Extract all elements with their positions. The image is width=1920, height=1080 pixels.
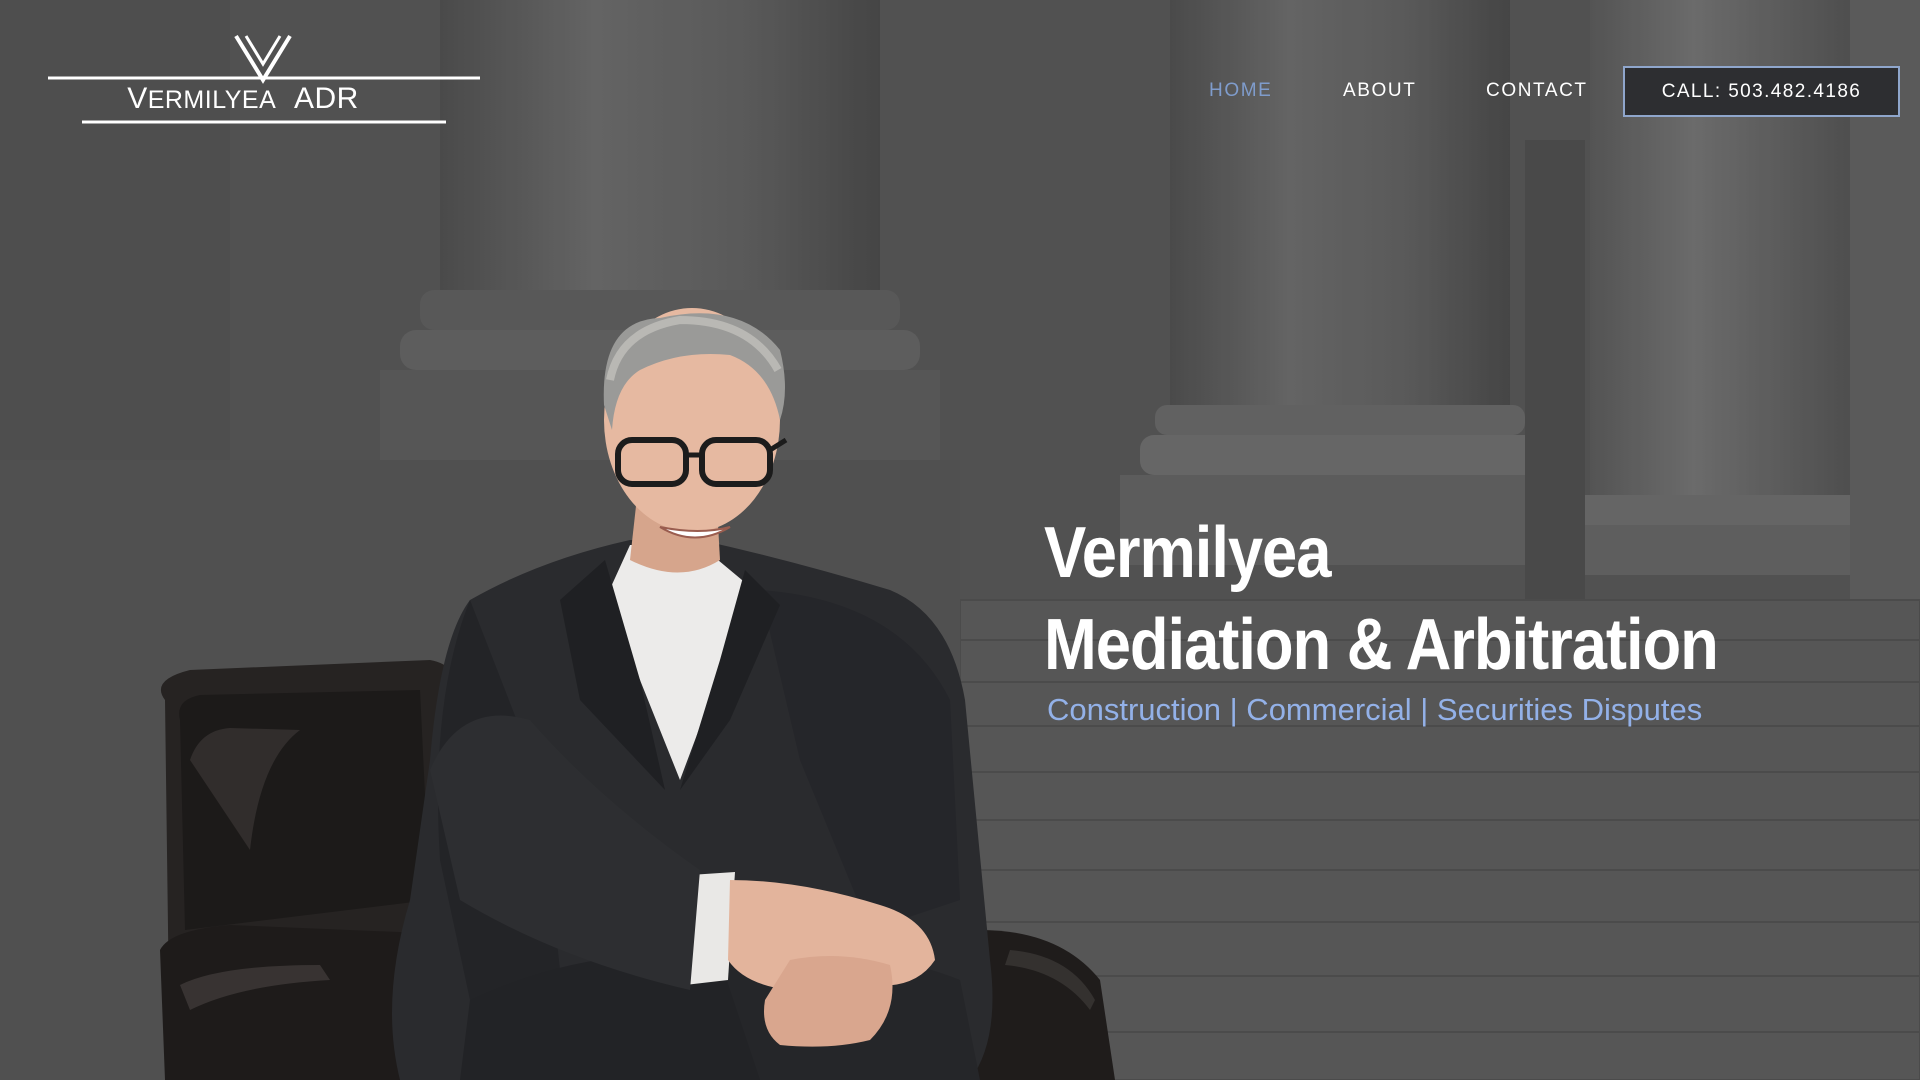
hero-title-line1: Vermilyea bbox=[1044, 513, 1331, 593]
brand-initial: V bbox=[127, 82, 148, 115]
nav-about-link[interactable]: ABOUT bbox=[1343, 80, 1416, 102]
brand-name: VERMILYEA ADR bbox=[48, 82, 438, 116]
suit bbox=[392, 540, 993, 1080]
call-phone-button[interactable]: CALL: 503.482.4186 bbox=[1623, 66, 1900, 117]
hero-title: Vermilyea Mediation & Arbitration bbox=[1044, 507, 1719, 691]
head bbox=[603, 308, 788, 573]
hero-subtitle: Construction | Commercial | Securities D… bbox=[1047, 692, 1703, 727]
hero-title-line2: Mediation & Arbitration bbox=[1044, 605, 1719, 685]
brand-name-rest: ERMILYEA bbox=[147, 86, 277, 114]
nav-home-link[interactable]: HOME bbox=[1209, 80, 1272, 102]
call-phone-label: CALL: 503.482.4186 bbox=[1661, 80, 1862, 102]
nav-contact-link[interactable]: CONTACT bbox=[1486, 80, 1588, 102]
brand-suffix: ADR bbox=[293, 82, 359, 115]
vermilyea-adr-logo[interactable]: VERMILYEA ADR bbox=[48, 34, 480, 126]
